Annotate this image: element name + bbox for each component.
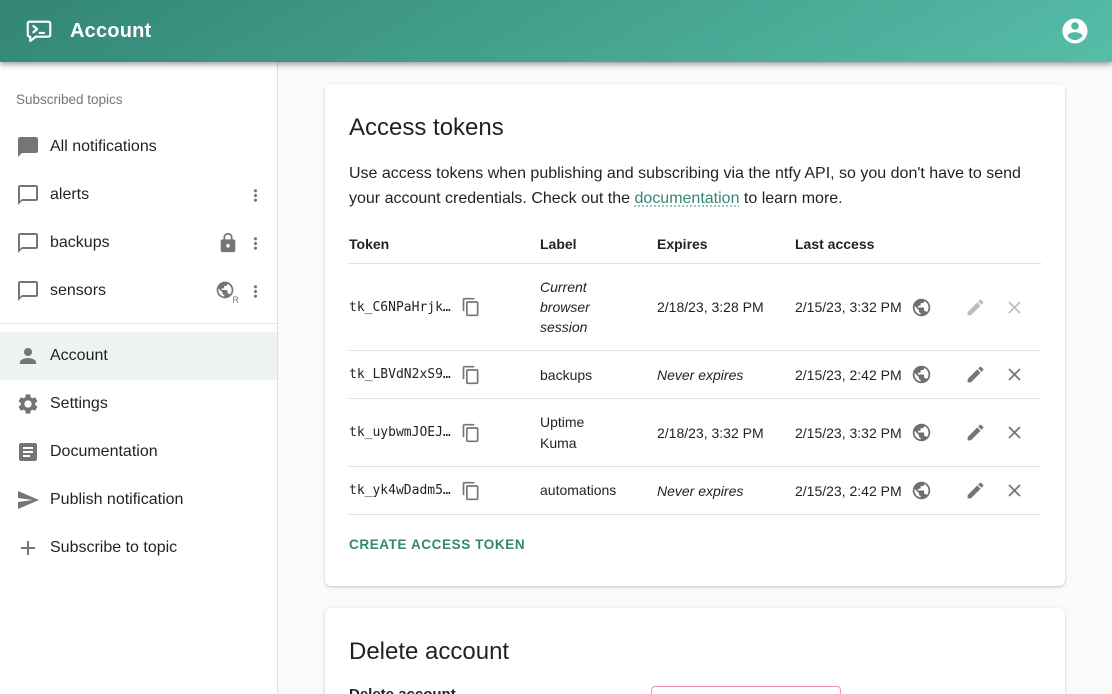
chat-bubble-outline-icon <box>16 279 40 303</box>
access-tokens-card: Access tokens Use access tokens when pub… <box>325 84 1065 586</box>
ntfy-logo-icon <box>24 16 54 46</box>
token-expires: Never expires <box>657 467 795 515</box>
column-header-label: Label <box>540 224 657 264</box>
delete-x-icon[interactable] <box>1004 422 1025 443</box>
tokens-table-header-row: Token Label Expires Last access <box>349 224 1041 264</box>
delete-account-row: Delete account Permanently delete your a… <box>349 686 1041 694</box>
globe-icon <box>911 364 932 385</box>
token-label: backups <box>540 365 592 385</box>
sidebar-divider <box>0 323 277 324</box>
more-vert-icon[interactable] <box>243 231 267 255</box>
column-header-token: Token <box>349 224 540 264</box>
sidebar-item-alerts[interactable]: alerts <box>0 171 277 219</box>
token-expires: Never expires <box>657 351 795 399</box>
sidebar-item-label: All notifications <box>50 138 267 156</box>
sidebar-item-label: Settings <box>50 395 267 413</box>
sidebar-item-sensors[interactable]: sensors R <box>0 267 277 315</box>
article-icon <box>16 440 40 464</box>
page-title: Account <box>70 20 151 43</box>
sidebar-item-label: Account <box>50 347 267 365</box>
token-value: tk_uybwmJOEJ… <box>349 425 451 440</box>
delete-x-icon[interactable] <box>1004 480 1025 501</box>
column-header-last-access: Last access <box>795 224 961 264</box>
token-value: tk_yk4wDadm5… <box>349 483 451 498</box>
delete-account-row-title: Delete account <box>349 686 651 694</box>
token-label: automations <box>540 480 616 500</box>
globe-icon <box>911 297 932 318</box>
sidebar-item-label: Publish notification <box>50 491 267 509</box>
lock-icon <box>217 232 239 254</box>
main-content: Access tokens Use access tokens when pub… <box>278 62 1112 694</box>
sidebar-item-label: Documentation <box>50 443 267 461</box>
token-last-access: 2/15/23, 2:42 PM <box>795 483 902 499</box>
chat-bubble-filled-icon <box>16 135 40 159</box>
delete-x-icon <box>1004 297 1025 318</box>
tokens-table: Token Label Expires Last access tk_C6NPa… <box>349 224 1041 515</box>
chat-bubble-outline-icon <box>16 231 40 255</box>
table-row: tk_yk4wDadm5… automations Never expires … <box>349 467 1041 515</box>
token-value: tk_C6NPaHrjk… <box>349 300 451 315</box>
person-icon <box>16 344 40 368</box>
token-expires: 2/18/23, 3:28 PM <box>657 263 795 351</box>
copy-icon[interactable] <box>461 297 481 317</box>
more-vert-icon[interactable] <box>243 183 267 207</box>
token-last-access: 2/15/23, 3:32 PM <box>795 425 902 441</box>
sidebar-item-backups[interactable]: backups <box>0 219 277 267</box>
sidebar-item-account[interactable]: Account <box>0 332 277 380</box>
sidebar-item-documentation[interactable]: Documentation <box>0 428 277 476</box>
subscribed-topics-label: Subscribed topics <box>0 72 277 123</box>
more-vert-icon[interactable] <box>243 279 267 303</box>
token-label: Current browser session <box>540 277 620 338</box>
token-last-access: 2/15/23, 3:32 PM <box>795 299 902 315</box>
access-tokens-description: Use access tokens when publishing and su… <box>349 162 1041 212</box>
token-expires: 2/18/23, 3:32 PM <box>657 399 795 467</box>
sidebar-item-settings[interactable]: Settings <box>0 380 277 428</box>
sidebar-item-label: sensors <box>50 282 215 300</box>
table-row: tk_C6NPaHrjk… Current browser session 2/… <box>349 263 1041 351</box>
app-header: Account <box>0 0 1112 62</box>
documentation-link[interactable]: documentation <box>635 190 740 207</box>
edit-pencil-icon <box>965 297 986 318</box>
access-tokens-title: Access tokens <box>349 114 1041 142</box>
send-icon <box>16 488 40 512</box>
delete-account-title: Delete account <box>349 638 1041 666</box>
column-header-expires: Expires <box>657 224 795 264</box>
copy-icon[interactable] <box>461 365 481 385</box>
copy-icon[interactable] <box>461 481 481 501</box>
sidebar-item-label: Subscribe to topic <box>50 539 267 557</box>
token-label: Uptime Kuma <box>540 412 620 453</box>
sidebar: Subscribed topics All notifications aler… <box>0 62 278 694</box>
globe-icon <box>911 480 932 501</box>
globe-icon <box>911 422 932 443</box>
sidebar-item-label: backups <box>50 234 217 252</box>
plus-icon <box>16 536 40 560</box>
sidebar-item-all-notifications[interactable]: All notifications <box>0 123 277 171</box>
copy-icon[interactable] <box>461 423 481 443</box>
token-last-access: 2/15/23, 2:42 PM <box>795 367 902 383</box>
reserved-subscript: R <box>233 295 240 305</box>
sidebar-item-publish-notification[interactable]: Publish notification <box>0 476 277 524</box>
chat-bubble-outline-icon <box>16 183 40 207</box>
create-access-token-button[interactable]: CREATE ACCESS TOKEN <box>349 529 525 560</box>
sidebar-item-label: alerts <box>50 186 243 204</box>
table-row: tk_uybwmJOEJ… Uptime Kuma 2/18/23, 3:32 … <box>349 399 1041 467</box>
table-row: tk_LBVdN2xS9… backups Never expires 2/15… <box>349 351 1041 399</box>
delete-x-icon[interactable] <box>1004 364 1025 385</box>
account-circle-icon[interactable] <box>1060 16 1090 46</box>
description-suffix: to learn more. <box>739 190 842 207</box>
edit-pencil-icon[interactable] <box>965 480 986 501</box>
edit-pencil-icon[interactable] <box>965 422 986 443</box>
column-header-actions <box>961 224 1041 264</box>
gear-icon <box>16 392 40 416</box>
delete-account-card: Delete account Delete account Permanentl… <box>325 608 1065 694</box>
token-value: tk_LBVdN2xS9… <box>349 367 451 382</box>
sidebar-item-subscribe-to-topic[interactable]: Subscribe to topic <box>0 524 277 572</box>
globe-reserved-icon: R <box>215 280 239 302</box>
edit-pencil-icon[interactable] <box>965 364 986 385</box>
delete-account-button[interactable]: DELETE ACCOUNT <box>651 686 841 694</box>
